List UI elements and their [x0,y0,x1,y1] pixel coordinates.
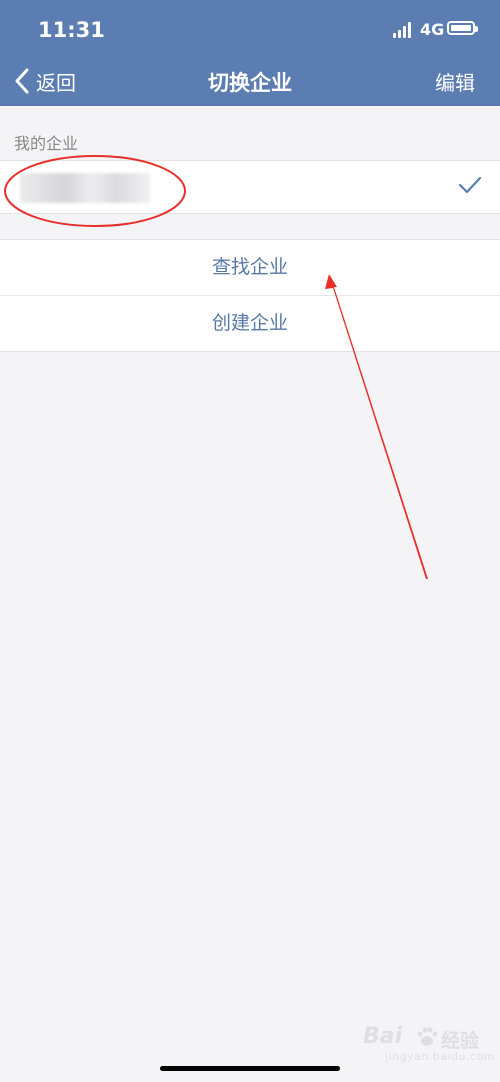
network-type: 4G [420,20,445,39]
watermark-logo-text: Bai [363,1024,403,1049]
section-header-my-companies: 我的企业 [14,134,79,153]
create-company-button[interactable]: 创建企业 [0,295,500,351]
nav-bar: 返回 切换企业 编辑 [0,56,500,106]
find-company-button[interactable]: 查找企业 [0,240,500,295]
company-actions-group: 查找企业 创建企业 [0,239,500,352]
signal-strength-icon [393,22,413,38]
checkmark-icon [458,176,482,194]
watermark-cn-text: 经验 [441,1030,480,1052]
edit-button[interactable]: 编辑 [435,67,475,96]
status-time: 11:31 [38,18,105,42]
company-name-redacted [20,173,150,203]
home-indicator[interactable] [160,1066,340,1071]
page-title: 切换企业 [208,71,292,95]
watermark: Bai 经验 jingyan.baidu.com [363,1020,496,1064]
paw-icon [417,1027,438,1046]
watermark-url: jingyan.baidu.com [385,1050,496,1063]
status-bar: 11:31 4G [0,0,500,56]
battery-icon [447,21,478,35]
company-list-item[interactable] [0,160,500,214]
